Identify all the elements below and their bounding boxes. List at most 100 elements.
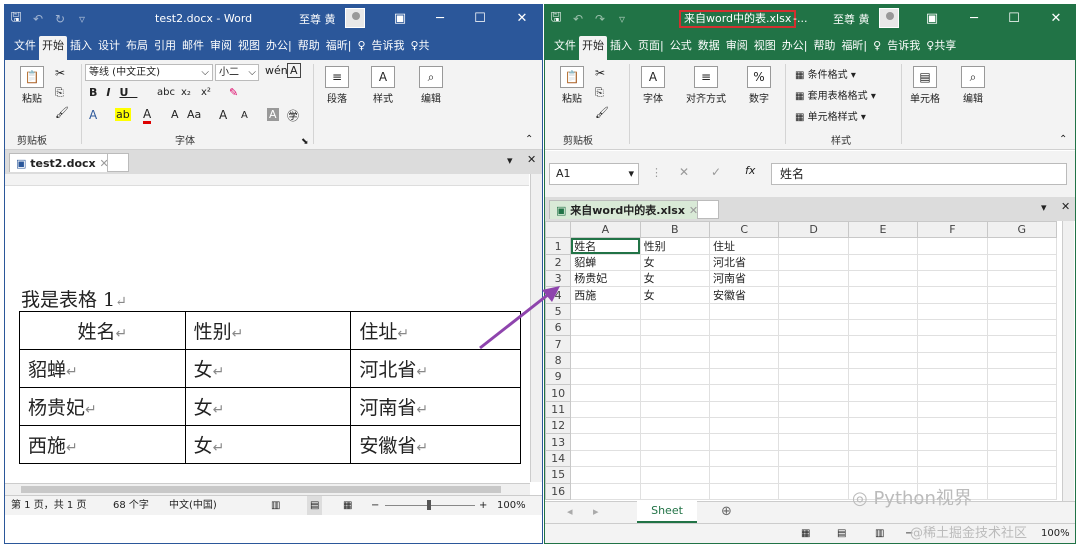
- row-header[interactable]: 1: [545, 237, 572, 255]
- cell[interactable]: [917, 433, 988, 451]
- excel-tab[interactable]: 视图: [751, 35, 779, 57]
- cell[interactable]: [778, 368, 849, 386]
- cell[interactable]: [570, 417, 641, 435]
- cell[interactable]: [570, 400, 641, 419]
- read-mode-icon[interactable]: ▥: [271, 496, 280, 515]
- avatar[interactable]: [345, 8, 365, 28]
- cell[interactable]: [986, 270, 1058, 288]
- format-table-button[interactable]: ▦ 套用表格格式 ▾: [795, 87, 876, 102]
- cell[interactable]: [847, 449, 919, 468]
- cell[interactable]: [778, 417, 849, 435]
- format-buttons[interactable]: BIU: [89, 86, 137, 99]
- format-painter-icon[interactable]: 🖌: [595, 106, 609, 119]
- ribbon-display-icon[interactable]: ▣: [917, 5, 947, 32]
- collapse-ribbon-icon[interactable]: ⌃: [525, 134, 533, 145]
- cell[interactable]: [709, 482, 780, 500]
- customize-qat-icon[interactable]: ▿: [71, 12, 93, 26]
- cell[interactable]: [709, 335, 780, 353]
- word-tab[interactable]: 福昕|: [323, 35, 355, 57]
- cell[interactable]: [778, 286, 849, 304]
- cell[interactable]: [986, 253, 1058, 272]
- next-sheet-icon[interactable]: ▸: [593, 505, 599, 518]
- cell[interactable]: [778, 253, 849, 272]
- word-tab[interactable]: ♀: [354, 35, 368, 57]
- conditional-format-button[interactable]: ▦ 条件格式 ▾: [795, 66, 856, 81]
- cell[interactable]: [709, 351, 780, 370]
- close-icon[interactable]: ✕: [1061, 200, 1070, 213]
- zoom-out-icon[interactable]: −: [371, 496, 379, 515]
- cell[interactable]: [778, 384, 849, 402]
- word-tab[interactable]: ♀共: [408, 35, 433, 57]
- row-header[interactable]: 16: [545, 482, 572, 500]
- word-tab[interactable]: 设计: [95, 35, 123, 57]
- cell[interactable]: [917, 302, 988, 321]
- cell[interactable]: [639, 319, 711, 337]
- spreadsheet-grid[interactable]: A B C D E F G 1 姓名 性别 住址 2 貂蝉女河北省 3 杨贵妃女河南省 4 西施女安徽省 5 6 7 8…: [545, 220, 1058, 500]
- cell[interactable]: [778, 270, 849, 288]
- cancel-icon[interactable]: ✕: [679, 165, 689, 179]
- cell[interactable]: [570, 449, 641, 468]
- paragraph-button[interactable]: ≡ 段落: [319, 66, 355, 105]
- cell[interactable]: [986, 400, 1058, 419]
- styles-button[interactable]: A 样式: [365, 66, 401, 105]
- cells-button[interactable]: ▤ 单元格: [905, 66, 945, 105]
- cell[interactable]: [778, 351, 849, 370]
- cell[interactable]: [709, 302, 780, 321]
- cell[interactable]: [639, 482, 711, 500]
- cell[interactable]: [639, 417, 711, 435]
- cell[interactable]: [847, 253, 919, 272]
- cell[interactable]: [847, 302, 919, 321]
- column-header[interactable]: G: [986, 220, 1058, 239]
- cell[interactable]: [847, 368, 919, 386]
- excel-tab[interactable]: 福昕|: [838, 35, 870, 57]
- cell[interactable]: [570, 351, 641, 370]
- grow-font-icon[interactable]: A: [219, 108, 227, 122]
- vertical-scrollbar[interactable]: [1062, 221, 1074, 501]
- undo-icon[interactable]: ↶: [27, 12, 49, 26]
- cell[interactable]: [917, 400, 988, 419]
- select-all-corner[interactable]: [545, 220, 572, 239]
- enclosed-char-icon[interactable]: ㊫: [287, 107, 299, 124]
- maximize-icon[interactable]: ☐: [999, 5, 1029, 32]
- cell[interactable]: [986, 368, 1058, 386]
- cell[interactable]: [917, 253, 988, 272]
- char-shading-icon[interactable]: A: [267, 108, 279, 121]
- word-tab[interactable]: 插入: [67, 35, 95, 57]
- cell[interactable]: [639, 351, 711, 370]
- add-sheet-icon[interactable]: ⊕: [721, 504, 732, 519]
- column-header[interactable]: B: [639, 220, 711, 239]
- font-dialog-launcher-icon[interactable]: ⬊: [301, 137, 309, 147]
- column-header[interactable]: D: [778, 220, 849, 239]
- row-header[interactable]: 11: [545, 400, 572, 419]
- cell[interactable]: [986, 384, 1058, 402]
- cell[interactable]: [570, 335, 641, 353]
- cell[interactable]: [847, 351, 919, 370]
- normal-view-icon[interactable]: ▦: [801, 524, 810, 543]
- zoom-level[interactable]: 100%: [497, 496, 526, 515]
- print-layout-icon[interactable]: ▤: [307, 496, 323, 515]
- table-cell[interactable]: 杨贵妃↵: [19, 387, 186, 426]
- cell[interactable]: [778, 400, 849, 419]
- cell[interactable]: [778, 335, 849, 353]
- cell[interactable]: [570, 466, 641, 484]
- avatar[interactable]: [879, 8, 899, 28]
- cell[interactable]: 貂蝉: [570, 253, 641, 272]
- text-effect-icon[interactable]: A: [89, 108, 97, 122]
- cell[interactable]: [917, 417, 988, 435]
- font-color-icon[interactable]: A: [143, 107, 152, 124]
- cell[interactable]: [917, 449, 988, 468]
- cell[interactable]: [778, 449, 849, 468]
- table-cell[interactable]: 女↵: [184, 425, 352, 464]
- copy-icon[interactable]: ⎘: [595, 86, 604, 100]
- cell[interactable]: [847, 270, 919, 288]
- table-cell[interactable]: 貂蝉↵: [19, 349, 186, 388]
- cell[interactable]: [986, 433, 1058, 451]
- cell[interactable]: [639, 400, 711, 419]
- font-name-combo[interactable]: 等线 (中文正文) ⌵: [85, 64, 213, 81]
- cell[interactable]: [778, 319, 849, 337]
- cut-icon[interactable]: ✂: [595, 66, 605, 80]
- function-icon[interactable]: fx: [745, 164, 755, 177]
- cell[interactable]: [986, 482, 1058, 500]
- cell[interactable]: [986, 351, 1058, 370]
- save-icon[interactable]: 🖫: [545, 8, 567, 30]
